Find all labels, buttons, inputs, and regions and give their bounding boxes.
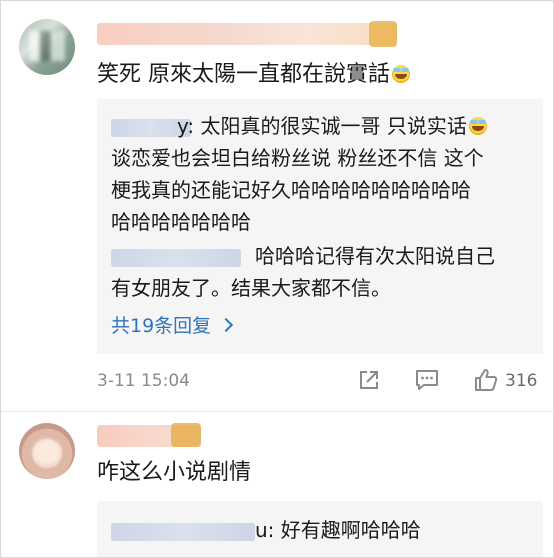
reply-username-blurred[interactable] <box>111 523 255 541</box>
username-blurred[interactable] <box>97 23 397 45</box>
comment-icon[interactable] <box>414 367 440 393</box>
reply-username-suffix[interactable]: u: <box>255 518 274 542</box>
avatar[interactable] <box>19 423 75 479</box>
comment-body: 笑死 原來太陽一直都在說實話 <box>97 62 390 87</box>
thumbs-up-icon[interactable] <box>473 367 499 393</box>
reply-line: 谈恋爱也会坦白给粉丝说 粉丝还不信 这个 <box>111 146 484 170</box>
reply-username-blurred[interactable] <box>111 249 241 267</box>
more-replies-label[interactable]: 共19条回复 <box>111 315 211 337</box>
chevron-right-icon <box>219 317 234 333</box>
reply-line: 哈哈哈记得有次太阳说自己 <box>255 244 495 268</box>
comment-text: 咋这么小说剧情 <box>97 460 252 485</box>
reply-line: 梗我真的还能记好久哈哈哈哈哈哈哈哈哈 <box>111 178 471 202</box>
comment-list: 笑死 原來太陽一直都在說實話 y: 太阳真的很实诚一哥 只说实话 谈恋爱也会坦白… <box>0 0 554 558</box>
like-count: 316 <box>505 371 538 391</box>
reply-text: 太阳真的很实诚一哥 只说实话 <box>200 114 467 138</box>
reply-text: 好有趣啊哈哈哈 <box>280 518 421 542</box>
reply-line: 哈哈哈哈哈哈哈 <box>111 210 251 234</box>
share-icon[interactable] <box>356 367 382 393</box>
reply-box[interactable]: u: 好有趣啊哈哈哈 <box>97 501 543 557</box>
reply-username-suffix[interactable]: y: <box>177 114 194 138</box>
user-badge <box>171 423 201 447</box>
comment-text: 笑死 原來太陽一直都在說實話 <box>97 61 410 89</box>
reply-line: u: 好有趣啊哈哈哈 <box>255 515 421 545</box>
avatar[interactable] <box>19 19 75 75</box>
reply-box[interactable]: y: 太阳真的很实诚一哥 只说实话 谈恋爱也会坦白给粉丝说 粉丝还不信 这个 梗… <box>97 99 543 354</box>
more-replies-link[interactable]: 共19条回复 <box>111 311 234 338</box>
reply-line: 有女朋友了。结果大家都不信。 <box>111 276 391 300</box>
user-badge <box>369 21 397 47</box>
laughing-tears-emoji-icon <box>468 117 487 135</box>
reply-line: y: 太阳真的很实诚一哥 只说实话 <box>177 111 487 141</box>
comment-date: 3-11 15:04 <box>97 371 190 391</box>
divider <box>1 411 553 412</box>
laughing-tears-emoji-icon <box>392 65 410 83</box>
